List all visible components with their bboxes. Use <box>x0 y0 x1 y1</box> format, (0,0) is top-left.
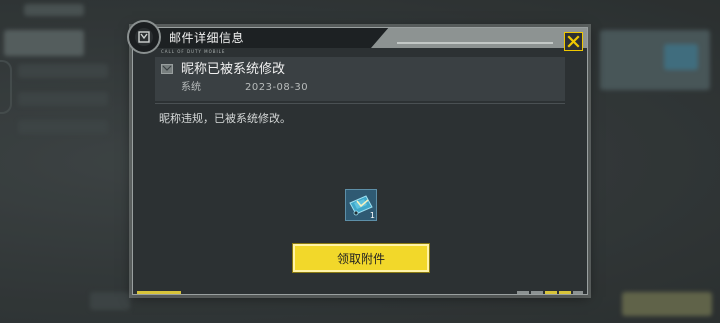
header-accent-bar <box>371 28 587 48</box>
mail-badge-icon <box>161 64 173 74</box>
attachment-item[interactable]: 1 <box>345 189 377 221</box>
dialog-bottom-decoration <box>133 291 587 294</box>
claim-attachment-button[interactable]: 领取附件 <box>293 244 429 272</box>
mail-date: 2023-08-30 <box>245 82 309 93</box>
brand-text: CALL OF DUTY MOBILE <box>161 49 226 54</box>
divider <box>155 103 565 104</box>
game-logo <box>127 20 161 54</box>
dialog-title: 邮件详细信息 <box>169 31 245 45</box>
mail-body: 昵称违规，已被系统修改。 <box>159 112 291 125</box>
mail-subject-bar: 昵称已被系统修改 系统 2023-08-30 <box>155 57 565 101</box>
mail-subject: 昵称已被系统修改 <box>181 62 286 77</box>
mail-detail-dialog: 邮件详细信息 CALL OF DUTY MOBILE 昵称已被系统修改 系统 2… <box>127 20 588 295</box>
attachment-count: 1 <box>369 211 375 220</box>
dialog-header: 邮件详细信息 <box>133 28 587 48</box>
header-stripe <box>397 42 553 44</box>
game-logo-icon <box>138 31 150 43</box>
mail-sender: 系统 <box>181 82 201 93</box>
close-icon <box>567 35 580 48</box>
close-button[interactable] <box>564 32 583 51</box>
